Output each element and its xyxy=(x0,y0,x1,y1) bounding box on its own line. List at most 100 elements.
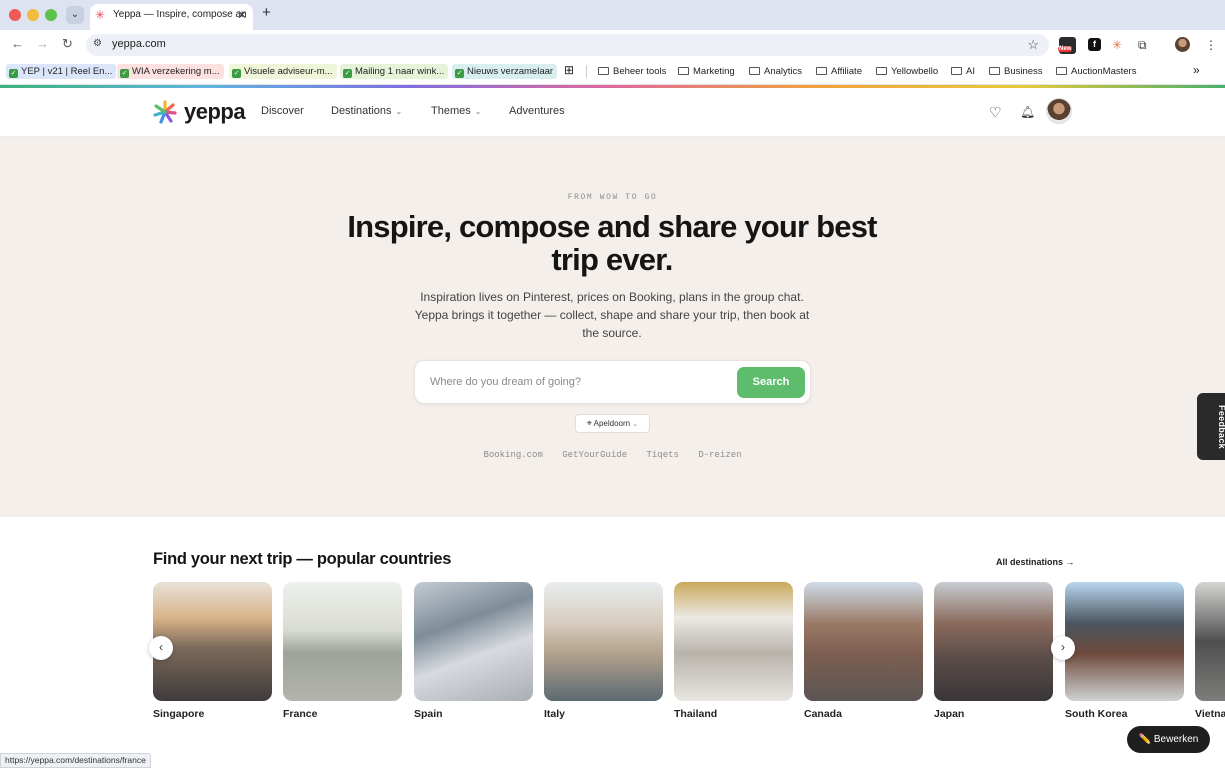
country-name[interactable]: Singapore xyxy=(153,708,204,720)
menu-kebab-icon[interactable]: ⋮ xyxy=(1205,38,1217,52)
folder-icon xyxy=(598,67,609,75)
bookmark-item[interactable]: ✓ YEP | v21 | Reel En... xyxy=(6,64,117,79)
zoom-window-button[interactable] xyxy=(45,9,57,21)
country-card-japan[interactable] xyxy=(934,582,1053,701)
bookmark-item[interactable]: ✓ Visuele adviseur-m... xyxy=(229,64,337,79)
back-arrow-icon[interactable]: ← xyxy=(11,36,24,51)
link-status-bar: https://yeppa.com/destinations/france xyxy=(0,753,151,768)
chevron-down-icon: ⌄ xyxy=(632,421,639,428)
feedback-tab[interactable]: Feedback xyxy=(1197,393,1225,460)
extension-f-icon[interactable]: f xyxy=(1088,38,1101,51)
chevron-down-icon: ⌄ xyxy=(395,107,403,116)
folder-icon xyxy=(989,67,1000,75)
edit-button[interactable]: ✏️ Bewerken xyxy=(1127,726,1210,753)
hero-eyebrow: FROM WOW TO GO xyxy=(567,193,658,202)
extensions-puzzle-icon[interactable]: ⧉ xyxy=(1138,38,1147,53)
partner-booking: Booking.com xyxy=(483,450,543,460)
bookmark-divider xyxy=(586,65,587,78)
nav-destinations[interactable]: Destinations ⌄ xyxy=(331,105,402,117)
tab-search-chevron-icon[interactable]: ⌄ xyxy=(66,6,84,24)
bookmark-folder[interactable]: Business xyxy=(989,64,1043,79)
search-input[interactable]: Where do you dream of going? xyxy=(430,376,581,388)
new-tab-plus-icon[interactable]: + xyxy=(262,4,271,21)
tab-title: Yeppa — Inspire, compose an xyxy=(113,9,247,20)
folder-icon xyxy=(876,67,887,75)
country-card-thailand[interactable] xyxy=(674,582,793,701)
carousel-next-chevron-icon[interactable]: › xyxy=(1051,636,1075,660)
country-name[interactable]: Canada xyxy=(804,708,842,720)
carousel-prev-chevron-icon[interactable]: ‹ xyxy=(149,636,173,660)
yeppa-favicon-icon: ✳ xyxy=(95,8,106,22)
site-settings-icon[interactable]: ⚙ xyxy=(93,38,102,49)
bookmark-folder[interactable]: Affiliate xyxy=(816,64,862,79)
bookmark-item[interactable]: ✓ Nieuws verzamelaar xyxy=(452,64,558,79)
country-card-vietnam[interactable] xyxy=(1195,582,1225,701)
nav-discover[interactable]: Discover xyxy=(261,105,304,117)
check-icon: ✓ xyxy=(455,69,464,78)
nav-themes[interactable]: Themes ⌄ xyxy=(431,105,481,117)
hero-lead: Inspiration lives on Pinterest, prices o… xyxy=(414,290,810,340)
hero-section: FROM WOW TO GO Inspire, compose and shar… xyxy=(0,137,1225,517)
chevron-down-icon: ⌄ xyxy=(474,107,482,116)
folder-icon xyxy=(951,67,962,75)
country-name[interactable]: Japan xyxy=(934,708,964,720)
partner-list: Booking.com GetYourGuide Tiqets D-reizen xyxy=(0,450,1225,460)
omnibox[interactable]: ⚙ yeppa.com ☆ xyxy=(86,34,1049,56)
url-text[interactable]: yeppa.com xyxy=(112,38,166,50)
extension-sparkle-icon[interactable]: ✳ xyxy=(1112,38,1122,52)
new-badge: New xyxy=(1058,46,1073,52)
all-destinations-link[interactable]: All destinations → xyxy=(996,557,1075,567)
bookmark-folder[interactable]: AI xyxy=(951,64,975,79)
country-name[interactable]: Italy xyxy=(544,708,565,720)
notifications-bell-icon[interactable]: 🔔︎ xyxy=(1020,105,1035,119)
destination-search: Where do you dream of going? Search xyxy=(414,360,811,404)
logo-wordmark: yeppa xyxy=(184,99,246,124)
check-icon: ✓ xyxy=(9,69,18,78)
bookmark-folder[interactable]: Yellowbello xyxy=(876,64,938,79)
bookmarks-bar: ✓ YEP | v21 | Reel En... ✓ WIA verzekering… xyxy=(0,59,1225,85)
browser-tab-active[interactable]: ✳ Yeppa — Inspire, compose an ✕ xyxy=(90,4,253,30)
check-icon: ✓ xyxy=(120,69,129,78)
apps-grid-icon[interactable]: ⊞ xyxy=(564,63,574,78)
bookmark-folder[interactable]: AuctionMasters xyxy=(1056,64,1136,79)
hero-title: Inspire, compose and share your best tri… xyxy=(347,209,877,277)
location-pin-icon: ⌖ xyxy=(586,418,592,428)
user-avatar[interactable] xyxy=(1046,98,1072,124)
folder-icon xyxy=(678,67,689,75)
check-icon: ✓ xyxy=(232,69,241,78)
minimize-window-button[interactable] xyxy=(27,9,39,21)
country-name[interactable]: Vietna xyxy=(1195,708,1225,720)
country-card-france[interactable] xyxy=(283,582,402,701)
location-selector[interactable]: ⌖ Apeldoorn ⌄ xyxy=(575,414,650,433)
bookmark-folder[interactable]: Beheer tools xyxy=(598,64,666,79)
bookmark-star-icon[interactable]: ☆ xyxy=(1027,37,1039,53)
more-bookmarks-chevron-icon[interactable]: » xyxy=(1193,63,1200,78)
country-name[interactable]: France xyxy=(283,708,317,720)
profile-avatar-icon[interactable] xyxy=(1175,37,1190,52)
country-name[interactable]: South Korea xyxy=(1065,708,1127,720)
nav-adventures[interactable]: Adventures xyxy=(509,105,565,117)
country-card-italy[interactable] xyxy=(544,582,663,701)
country-card-south-korea[interactable] xyxy=(1065,582,1184,701)
favorites-heart-icon[interactable]: ♡ xyxy=(989,104,1002,121)
extension-new-icon[interactable]: New xyxy=(1058,37,1076,54)
bookmark-item[interactable]: ✓ Mailing 1 naar wink... xyxy=(340,64,449,79)
country-card-canada[interactable] xyxy=(804,582,923,701)
site-header: yeppa Discover Destinations ⌄ Themes ⌄ Adv… xyxy=(0,88,1225,137)
bookmark-item[interactable]: ✓ WIA verzekering m... xyxy=(117,64,224,79)
bookmark-folder[interactable]: Marketing xyxy=(678,64,735,79)
country-name[interactable]: Thailand xyxy=(674,708,717,720)
search-button[interactable]: Search xyxy=(737,367,805,398)
country-card-spain[interactable] xyxy=(414,582,533,701)
logo-burst-icon xyxy=(153,100,177,124)
tab-close-icon[interactable]: ✕ xyxy=(237,4,247,26)
bookmark-folder[interactable]: Analytics xyxy=(749,64,802,79)
close-window-button[interactable] xyxy=(9,9,21,21)
forward-arrow-icon[interactable]: → xyxy=(36,36,49,51)
partner-tiqets: Tiqets xyxy=(646,450,679,460)
folder-icon xyxy=(816,67,827,75)
partner-d-reizen: D-reizen xyxy=(698,450,742,460)
partner-getyourguide: GetYourGuide xyxy=(562,450,628,460)
country-name[interactable]: Spain xyxy=(414,708,443,720)
reload-icon[interactable]: ↻ xyxy=(62,36,73,52)
